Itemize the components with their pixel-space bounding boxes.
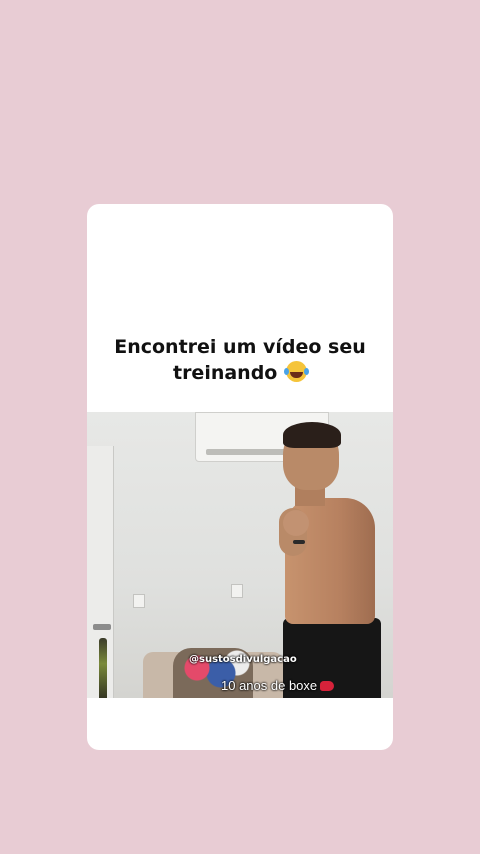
story-screen: Encontrei um vídeo seu treinando @sustos… [0, 0, 480, 854]
person-hair [283, 422, 341, 448]
shared-post-card[interactable]: Encontrei um vídeo seu treinando @sustos… [87, 204, 393, 750]
caption-line-2-text: treinando [172, 362, 278, 384]
post-caption: Encontrei um vídeo seu treinando [87, 334, 393, 386]
wall-outlet [133, 594, 145, 608]
video-overlay-caption-text: 10 anos de boxe [221, 678, 318, 693]
door-handle [93, 624, 111, 630]
person-fist [283, 510, 309, 536]
video-overlay-caption: 10 anos de boxe [221, 678, 335, 693]
caption-line-1: Encontrei um vídeo seu [114, 336, 366, 358]
video-frame[interactable]: @sustosdivulgacao 10 anos de boxe [87, 412, 393, 698]
laughing-emoji-icon [284, 361, 307, 382]
video-watermark: @sustosdivulgacao [189, 654, 297, 665]
bracelet [293, 540, 305, 544]
door [87, 446, 114, 698]
boxing-glove-icon [320, 681, 335, 691]
caption-line-2: treinando [87, 360, 393, 386]
wall-outlet [231, 584, 243, 598]
keychain [99, 638, 107, 698]
